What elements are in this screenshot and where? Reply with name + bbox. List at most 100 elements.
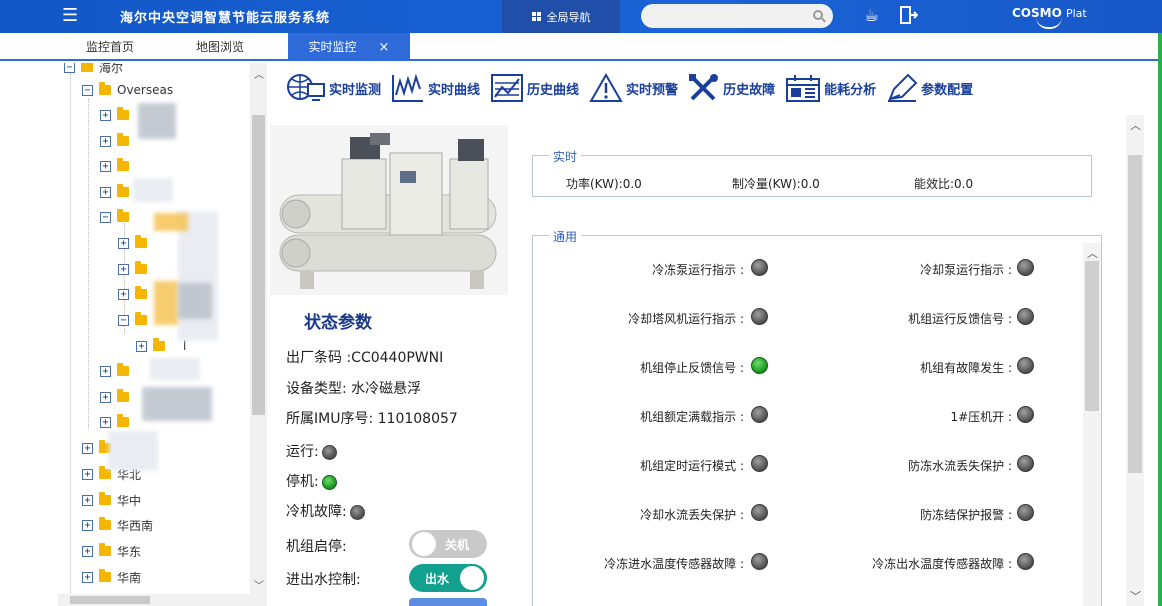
expand-icon[interactable]: + [100,391,111,403]
top-header: ☰ 海尔中央空调智慧节能云服务系统 全局导航 ☕ COSMO Plat [0,0,1162,33]
running-field: 运行: [286,441,337,461]
scroll-up-icon[interactable]: ︿ [254,66,264,81]
folder-icon [117,107,129,120]
tree-node[interactable]: + [118,233,153,253]
menu-icon[interactable]: ☰ [62,6,78,26]
expand-icon[interactable]: + [82,494,93,506]
tool-energy-analysis[interactable]: 能耗分析 [785,73,876,103]
tool-history-fault[interactable]: 历史故障 [688,73,775,103]
tool-realtime-monitor[interactable]: 实时监测 [286,72,381,104]
tree-node-label: 华中 [117,493,142,508]
redacted-area [150,358,200,380]
tool-history-curve[interactable]: 历史曲线 [490,73,579,103]
expand-icon[interactable]: + [100,135,111,147]
logout-icon[interactable] [900,5,919,31]
sidebar-hscrollbar[interactable] [58,594,250,606]
tool-realtime-curve[interactable]: 实时曲线 [391,73,480,103]
tool-label: 实时曲线 [428,82,481,98]
search-icon[interactable] [813,10,823,20]
tree-node[interactable]: + [100,156,135,176]
tree-node-region[interactable]: + 华东 [82,541,141,561]
expand-icon[interactable]: + [118,263,129,275]
fault-field: 冷机故障: [286,501,365,521]
scroll-down-icon[interactable]: ﹀ [254,577,264,592]
next-toggle-partial [409,598,487,606]
start-stop-toggle[interactable]: 关机 [409,530,487,558]
scrollbar-thumb[interactable] [252,115,265,415]
tab-map-browse[interactable]: 地图浏览 [168,33,272,61]
tree-node[interactable]: + [100,182,135,202]
collapse-icon[interactable]: − [100,211,111,223]
tree-node-region[interactable]: + 华西南 [82,515,153,535]
tab-close-icon[interactable]: × [379,40,390,55]
signal-label: 防冻结保护报警 : [920,508,1012,522]
energy-icon [786,75,821,102]
folder-icon [117,133,129,146]
tree-node-root[interactable]: − 海尔 [64,63,123,77]
tree-node[interactable]: + [100,131,135,151]
expand-icon[interactable]: + [118,237,129,249]
toggle-text: 关机 [445,538,470,552]
tree-node[interactable]: + [100,412,135,432]
app-root: ☰ 海尔中央空调智慧节能云服务系统 全局导航 ☕ COSMO Plat 监控首页… [0,0,1162,606]
tree-node-label: 华东 [117,544,142,559]
expand-icon[interactable]: + [82,571,93,583]
tab-realtime-monitor[interactable]: 实时监控 × [288,33,410,61]
signal-label: 1#压机开 : [950,410,1012,424]
folder-icon [81,63,93,72]
redacted-area [142,387,212,421]
expand-icon[interactable]: + [82,545,93,557]
expand-icon[interactable]: + [100,416,111,428]
main-scrollbar[interactable]: ︿ ﹀ [1126,115,1144,606]
water-control-toggle[interactable]: 出水 [409,564,487,592]
expand-icon[interactable]: + [100,160,111,172]
coffee-icon[interactable]: ☕ [864,5,879,27]
line-chart-icon [392,73,424,102]
folder-icon [99,492,111,505]
expand-icon[interactable]: + [82,468,93,480]
signal-indicator-icon [751,504,768,521]
tool-label: 参数配置 [921,82,974,98]
expand-icon[interactable]: + [82,519,93,531]
folder-icon [99,517,111,530]
tree-node-region[interactable]: + 华南 [82,567,141,587]
scroll-up-icon[interactable]: ︿ [1130,117,1141,133]
tree-node[interactable]: + [118,259,153,279]
tree-node-region[interactable]: + 华中 [82,490,141,510]
fault-indicator-icon [349,504,365,520]
tree-node[interactable]: + [100,361,135,381]
expand-icon[interactable]: + [82,442,93,454]
global-nav-button[interactable]: 全局导航 [502,0,620,33]
search-input[interactable] [641,4,833,28]
tools-icon [689,74,719,101]
scrollbar-thumb[interactable] [1128,155,1142,473]
collapse-icon[interactable]: − [118,314,129,326]
sidebar-scrollbar[interactable]: ︿ ﹀ [250,63,267,606]
tree-node[interactable]: − [118,310,153,330]
tree-node[interactable]: + [100,387,135,407]
scroll-up-icon[interactable]: ︿ [1087,245,1098,261]
tree-node[interactable]: − [100,207,135,227]
general-scrollbar[interactable]: ︿ [1083,243,1101,606]
device-type-field: 设备类型: 水冷磁悬浮 [286,378,421,398]
collapse-icon[interactable]: − [64,63,75,73]
tab-monitor-home[interactable]: 监控首页 [58,33,162,61]
expand-icon[interactable]: + [136,340,147,352]
tree-node[interactable]: + [118,284,153,304]
pencil-icon [888,73,918,102]
stopped-indicator-icon [321,474,337,490]
expand-icon[interactable]: + [100,186,111,198]
scrollbar-thumb[interactable] [1085,261,1099,411]
tool-param-config[interactable]: 参数配置 [886,73,973,103]
expand-icon[interactable]: + [118,288,129,300]
scrollbar-thumb[interactable] [70,596,150,604]
tool-realtime-warning[interactable]: 实时预警 [589,73,678,103]
expand-icon[interactable]: + [100,365,111,377]
tree-node-overseas[interactable]: − Overseas [82,80,173,100]
signal-indicator-icon [1017,259,1034,276]
expand-icon[interactable]: + [100,109,111,121]
tree-node[interactable]: + [100,105,135,125]
collapse-icon[interactable]: − [82,84,93,96]
signal-indicator-icon [1017,357,1034,374]
scroll-down-icon[interactable]: ﹀ [1130,588,1141,604]
